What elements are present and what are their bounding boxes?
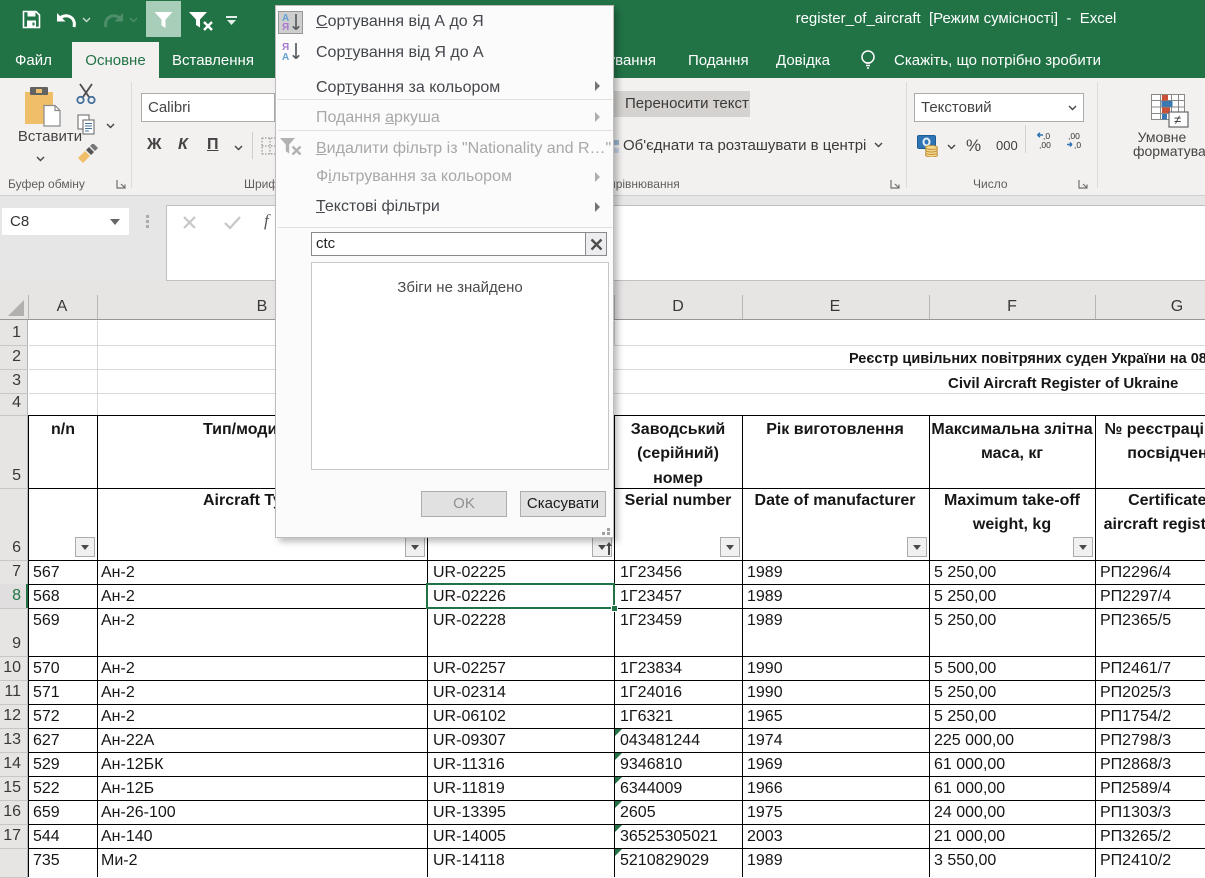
svg-text:Я: Я — [282, 22, 289, 33]
svg-text:,0: ,0 — [1074, 140, 1081, 149]
svg-text:А: А — [282, 52, 289, 62]
svg-text:≠: ≠ — [1174, 112, 1181, 127]
svg-text:,00: ,00 — [1039, 140, 1051, 149]
